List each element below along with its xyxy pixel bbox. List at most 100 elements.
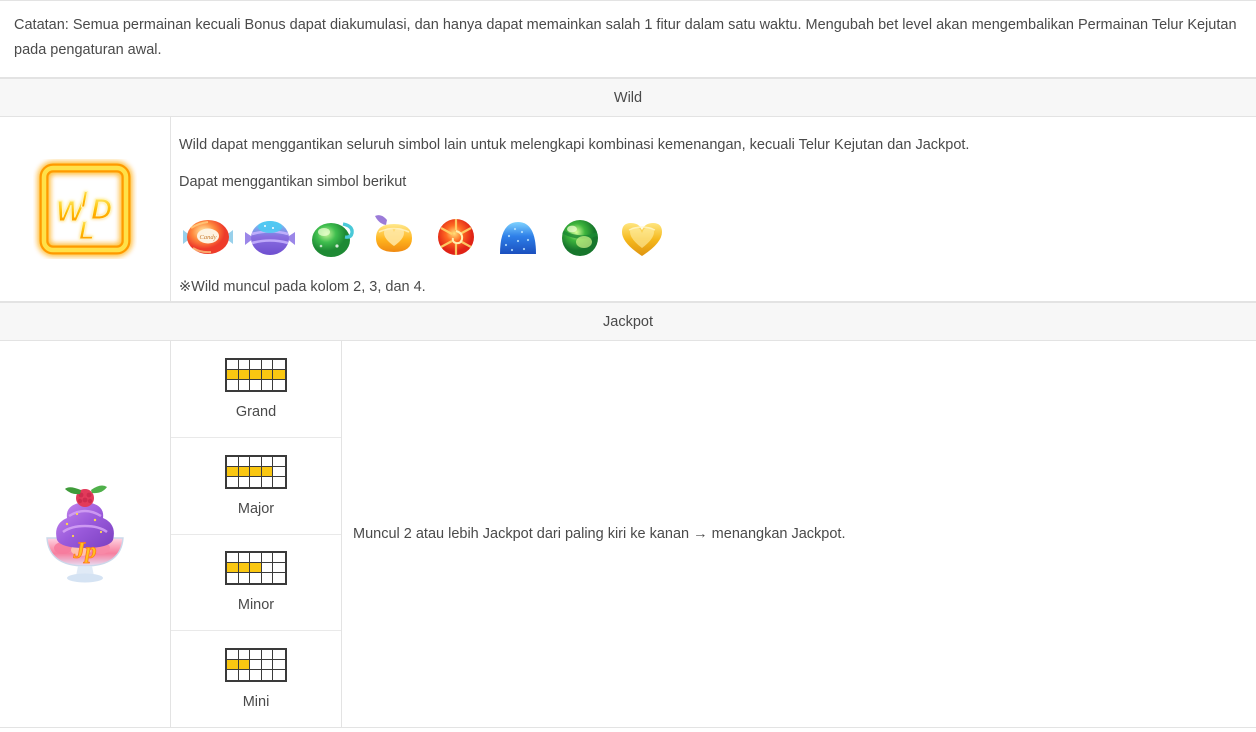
wild-section: W I D L Wild dapat menggantikan seluruh … (0, 117, 1256, 302)
reel-cell (238, 476, 251, 487)
wild-symbol-strip: Candy (179, 209, 1242, 265)
reel-cell (273, 466, 285, 477)
reel-cell (273, 379, 285, 390)
reel-cell (238, 359, 251, 370)
jackpot-sundae-icon: Jp (46, 485, 124, 583)
jackpot-tier-label: Mini (242, 694, 270, 711)
reel-cell (261, 553, 274, 564)
reel-cell (273, 369, 285, 380)
candy-ball-green-icon (562, 220, 598, 256)
candy-lollipop-red-icon (438, 219, 474, 255)
reel-cell (261, 476, 274, 487)
jackpot-tier-list: Grand Major Minor Mini (171, 341, 342, 727)
svg-text:I: I (81, 187, 88, 212)
reel-grid-minor (225, 551, 287, 586)
reel-cell (261, 650, 274, 661)
reel-cell (227, 553, 239, 564)
reel-grid-major (225, 454, 287, 489)
note-row: Catatan: Semua permainan kecuali Bonus d… (0, 0, 1256, 78)
reel-cell (238, 553, 251, 564)
candy-wrapped-blue-purple-icon (245, 221, 295, 255)
reel-cell (238, 456, 251, 467)
reel-cell (273, 650, 285, 661)
candy-heart-gold-icon (622, 223, 662, 256)
jackpot-tier-grand: Grand (171, 341, 341, 438)
reel-cell (227, 379, 239, 390)
reel-cell (227, 670, 239, 681)
jackpot-description: Muncul 2 atau lebih Jackpot dari paling … (353, 526, 846, 542)
svg-text:L: L (79, 217, 94, 245)
jackpot-tier-minor: Minor (171, 535, 341, 632)
reel-cell (273, 660, 285, 671)
wild-logo-icon: W I D L (39, 163, 131, 255)
reel-cell (250, 670, 262, 681)
wild-icon-cell: W I D L (0, 117, 171, 301)
note-text: Catatan: Semua permainan kecuali Bonus d… (14, 17, 1237, 58)
reel-cell (238, 369, 251, 380)
reel-cell (227, 466, 239, 477)
wild-description: Wild dapat menggantikan seluruh simbol l… (179, 137, 970, 153)
jackpot-icon-cell: Jp (0, 341, 171, 727)
reel-cell (250, 553, 262, 564)
reel-cell (238, 573, 251, 584)
reel-cell (273, 476, 285, 487)
reel-cell (250, 466, 262, 477)
reel-cell (273, 456, 285, 467)
reel-cell (238, 660, 251, 671)
reel-cell (273, 359, 285, 370)
paytable-page: Catatan: Semua permainan kecuali Bonus d… (0, 0, 1256, 732)
jackpot-section: Jp Grand Major Minor Mini Muncul 2 atau … (0, 341, 1256, 728)
reel-cell (273, 670, 285, 681)
section-header-jackpot: Jackpot (0, 302, 1256, 341)
reel-cell (261, 456, 274, 467)
reel-cell (250, 359, 262, 370)
jackpot-description-cell: Muncul 2 atau lebih Jackpot dari paling … (342, 341, 1256, 727)
jackpot-tier-label: Grand (235, 403, 277, 420)
candy-heart-orange-icon (375, 215, 412, 252)
reel-cell (238, 379, 251, 390)
wild-footnote: ※Wild muncul pada kolom 2, 3, dan 4. (179, 279, 426, 295)
candy-wrapped-red-icon: Candy (183, 220, 233, 254)
section-header-jackpot-label: Jackpot (603, 314, 653, 330)
reel-cell (261, 379, 274, 390)
reel-grid-mini (225, 648, 287, 683)
section-header-wild: Wild (0, 78, 1256, 117)
reel-cell (238, 650, 251, 661)
reel-cell (261, 563, 274, 574)
reel-cell (250, 563, 262, 574)
reel-grid-grand (225, 357, 287, 392)
section-header-wild-label: Wild (613, 90, 643, 106)
jackpot-tier-label: Major (237, 500, 275, 517)
wild-body: Wild dapat menggantikan seluruh simbol l… (171, 117, 1256, 301)
jackpot-tier-major: Major (171, 438, 341, 535)
wild-substitute-label: Dapat menggantikan simbol berikut (179, 174, 407, 190)
reel-cell (250, 660, 262, 671)
reel-cell (261, 670, 274, 681)
reel-cell (273, 573, 285, 584)
reel-cell (227, 456, 239, 467)
reel-cell (250, 650, 262, 661)
reel-cell (250, 476, 262, 487)
reel-cell (250, 573, 262, 584)
candy-jelly-green-icon (312, 222, 354, 257)
reel-cell (227, 573, 239, 584)
reel-cell (261, 466, 274, 477)
reel-cell (227, 476, 239, 487)
svg-text:Jp: Jp (73, 538, 97, 563)
reel-cell (250, 369, 262, 380)
jackpot-tier-label: Minor (237, 597, 275, 614)
svg-text:Candy: Candy (200, 234, 217, 241)
reel-cell (261, 660, 274, 671)
reel-cell (261, 369, 274, 380)
reel-cell (261, 573, 274, 584)
reel-cell (273, 563, 285, 574)
gumdrop-blue-icon (500, 222, 536, 254)
reel-cell (238, 466, 251, 477)
reel-cell (227, 563, 239, 574)
reel-cell (238, 563, 251, 574)
reel-cell (227, 660, 239, 671)
reel-cell (250, 379, 262, 390)
reel-cell (261, 359, 274, 370)
reel-cell (250, 456, 262, 467)
reel-cell (238, 670, 251, 681)
